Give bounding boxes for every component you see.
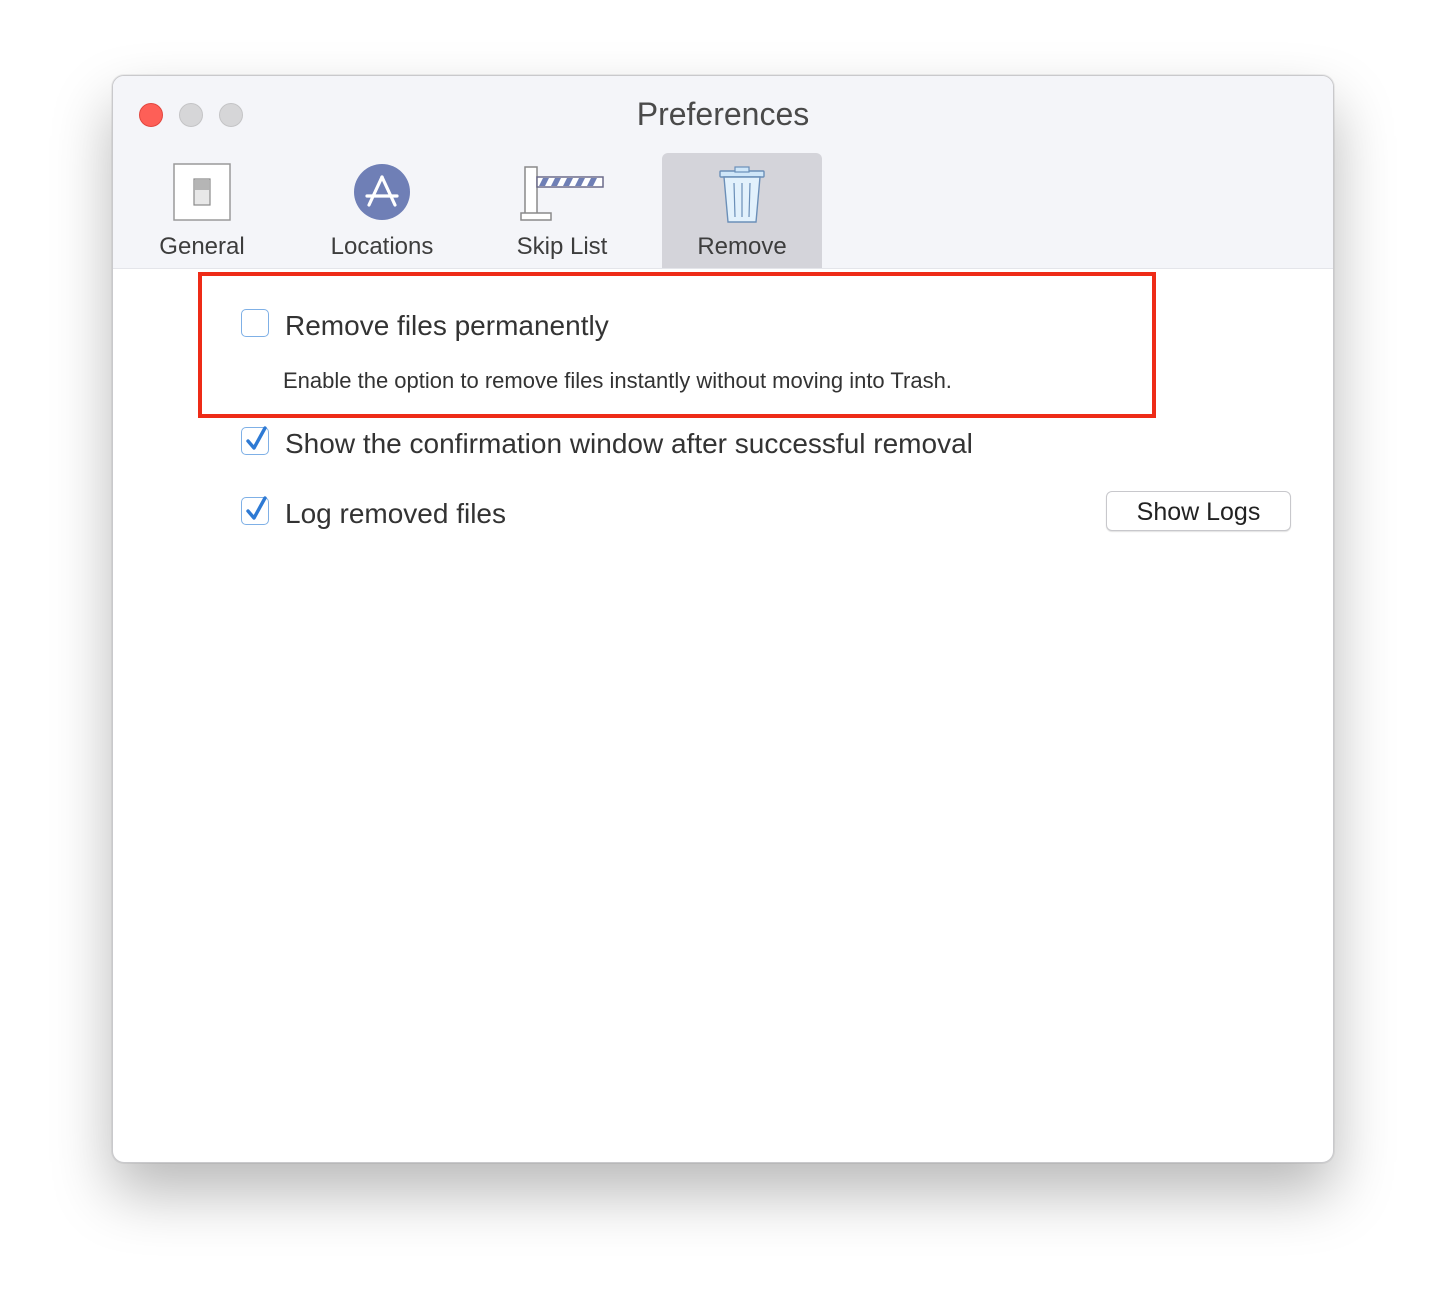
tab-remove-label: Remove (697, 233, 787, 260)
tab-general[interactable]: General (122, 153, 282, 268)
remove-permanently-description: Enable the option to remove files instan… (283, 368, 952, 393)
tab-remove[interactable]: Remove (662, 153, 822, 268)
tab-general-label: General (159, 233, 245, 260)
highlight-annotation (198, 272, 1156, 418)
log-removed-checkbox[interactable] (241, 496, 269, 525)
barrier-gate-icon (519, 165, 605, 228)
checkmark-icon (246, 496, 267, 520)
log-removed-label: Log removed files (285, 498, 507, 529)
tab-skip-list[interactable]: Skip List (482, 153, 642, 268)
show-confirmation-label: Show the confirmation window after succe… (285, 428, 973, 459)
remove-settings-panel: Remove files permanently Enable the opti… (113, 269, 1333, 1162)
preferences-window: Preferences General Locations Skip List … (112, 75, 1334, 1163)
switch-icon (173, 163, 231, 226)
checkmark-icon (246, 426, 267, 450)
trash-icon (717, 165, 767, 230)
remove-permanently-label: Remove files permanently (285, 310, 609, 341)
tab-locations[interactable]: Locations (302, 153, 462, 268)
window-title: Preferences (636, 96, 810, 132)
toolbar: Preferences General Locations Skip List … (113, 76, 1333, 269)
tab-skip-list-label: Skip List (516, 233, 608, 260)
tab-locations-label: Locations (330, 233, 434, 260)
remove-permanently-checkbox[interactable] (241, 309, 269, 337)
show-logs-button[interactable]: Show Logs (1106, 491, 1291, 531)
app-store-icon (353, 163, 411, 226)
show-confirmation-checkbox[interactable] (241, 426, 269, 455)
